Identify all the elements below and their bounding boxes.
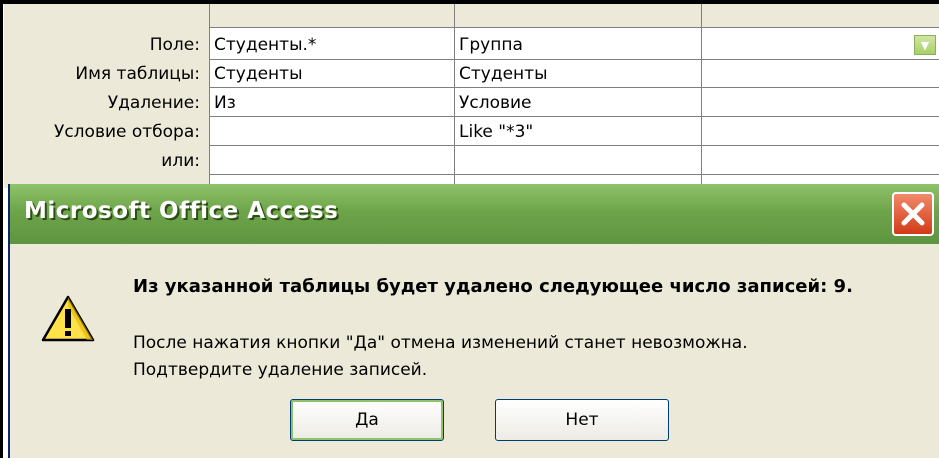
window-frame-border [0, 0, 939, 458]
